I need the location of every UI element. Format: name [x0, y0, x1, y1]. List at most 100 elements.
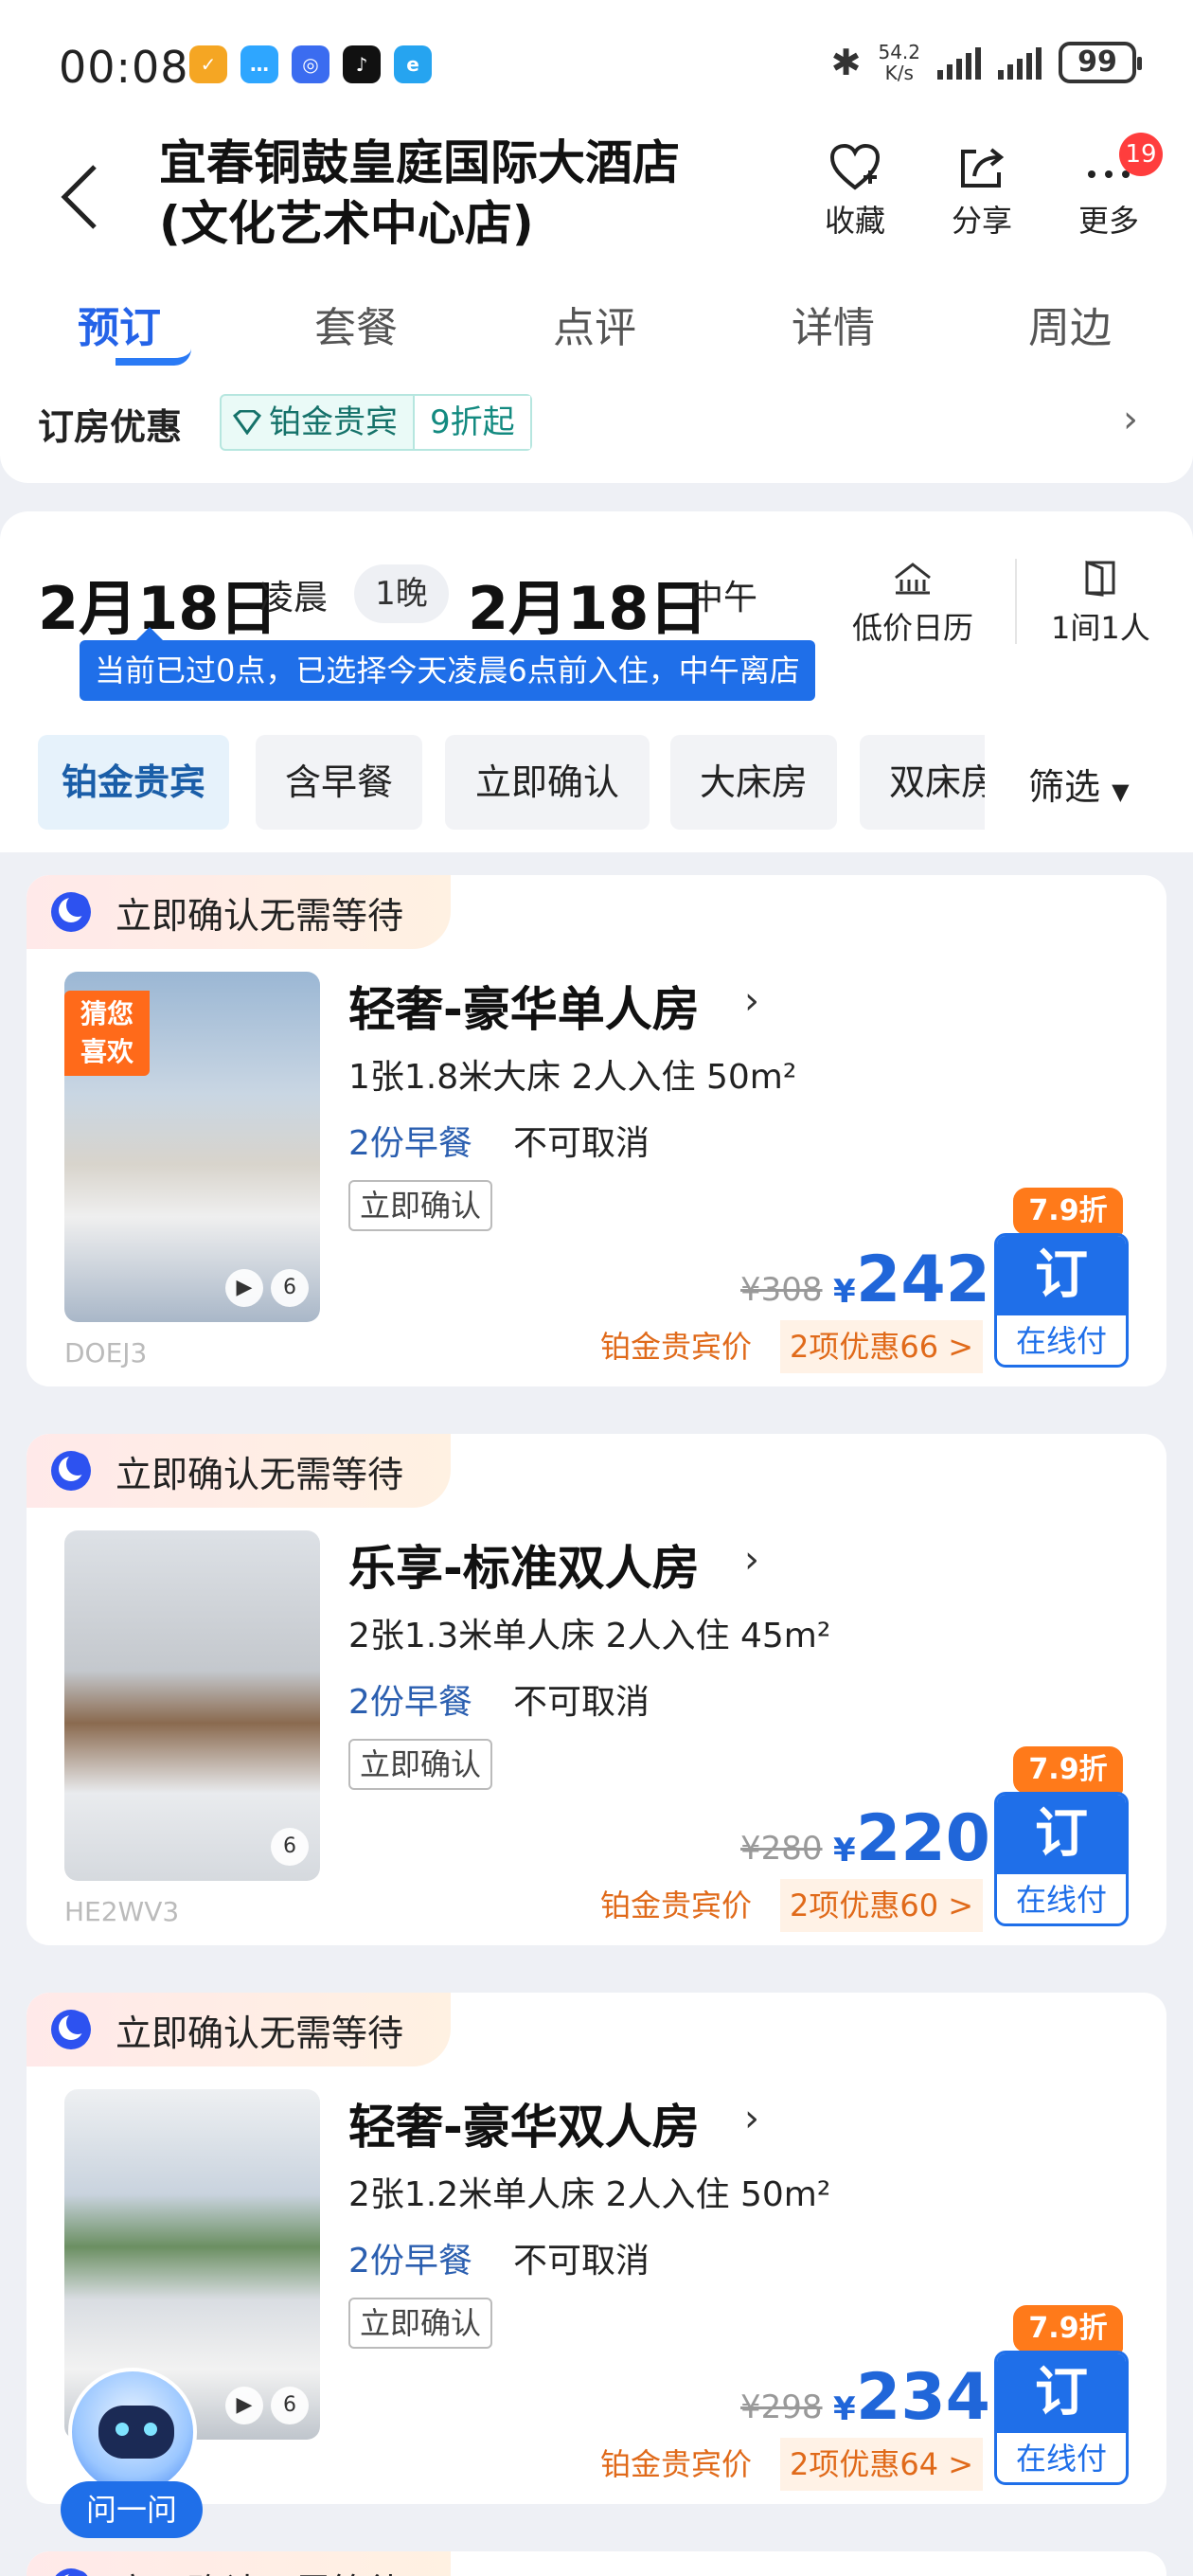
book-button[interactable]: 订 在线付: [994, 2351, 1129, 2485]
low-price-calendar-button[interactable]: 低价日历: [852, 559, 973, 648]
robot-avatar-icon: [68, 2368, 197, 2496]
tab-nearby[interactable]: 周边: [975, 294, 1165, 354]
cancel-policy: 不可取消: [513, 1683, 650, 1722]
discount-badge: 7.9折: [1013, 1188, 1123, 1235]
room-card[interactable]: 立即确认无需等待 猜您喜欢 ▶ 6 DOEJ3 轻奢-豪华单人房 › 1张1.8…: [27, 875, 1166, 1386]
chevron-right-icon: ›: [744, 979, 759, 1023]
play-video-icon[interactable]: ▶: [225, 2387, 263, 2424]
filter-twin-bed[interactable]: 双床房: [860, 735, 985, 830]
offers-link[interactable]: 2项优惠64 >: [778, 2438, 984, 2491]
photo-count: 6: [271, 1269, 309, 1307]
nights-count: 1晚: [354, 564, 449, 623]
filter-king-bed[interactable]: 大床房: [670, 735, 837, 830]
moon-icon: [51, 892, 91, 932]
checkin-time: 凌晨: [259, 579, 329, 617]
caret-down-icon: ▼: [1112, 778, 1130, 805]
filter-breakfast[interactable]: 含早餐: [256, 735, 422, 830]
tab-packages[interactable]: 套餐: [261, 294, 451, 354]
app-notification-icon: e: [394, 45, 432, 83]
calendar-chart-icon: [895, 563, 931, 595]
filter-platinum[interactable]: 铂金贵宾: [38, 735, 229, 830]
booking-discount-row[interactable]: 订房优惠 铂金贵宾 9折起 ›: [0, 388, 1193, 483]
play-video-icon[interactable]: ▶: [225, 1269, 263, 1307]
share-button[interactable]: 分享: [930, 142, 1034, 241]
discount-badge: 7.9折: [1013, 1746, 1123, 1794]
checkout-date[interactable]: 2月18日: [468, 561, 707, 646]
message-notification-icon: …: [240, 45, 278, 83]
signal-icon: [998, 45, 1042, 80]
current-price: 242: [856, 1243, 990, 1317]
room-code: DOEJ3: [64, 1337, 148, 1368]
offers-link[interactable]: 2项优惠66 >: [778, 1320, 984, 1373]
tab-details[interactable]: 详情: [739, 294, 928, 354]
room-name[interactable]: 轻奢-豪华双人房: [348, 2089, 700, 2157]
instant-confirm-banner: 立即确认无需等待: [27, 875, 451, 949]
moon-icon: [51, 2010, 91, 2049]
divider: [1015, 559, 1017, 644]
photo-count: 6: [271, 1828, 309, 1866]
checkin-tip: 当前已过0点，已选择今天凌晨6点前入住，中午离店: [80, 627, 815, 701]
instant-confirm-tag: 立即确认: [348, 2298, 493, 2349]
original-price: ¥280: [740, 1830, 823, 1868]
room-photo[interactable]: 6: [64, 1530, 320, 1881]
network-speed: 54.2 K/s: [878, 41, 920, 84]
favorite-button[interactable]: 收藏: [803, 142, 907, 241]
tab-booking[interactable]: 预订: [25, 294, 214, 354]
guess-you-like-badge: 猜您喜欢: [64, 991, 150, 1076]
rooms-guests-button[interactable]: 1间1人: [1051, 559, 1150, 648]
app-notification-icon: ✓: [189, 45, 227, 83]
breakfast-info: 2份早餐: [348, 1683, 472, 1722]
instant-confirm-banner: 立即确认无需等待: [27, 1993, 451, 2066]
ask-assistant-button[interactable]: 问一问: [61, 2368, 203, 2538]
promo-label: 订房优惠: [38, 406, 183, 448]
bluetooth-icon: ✱: [830, 42, 862, 83]
chevron-right-icon: ›: [744, 2097, 759, 2140]
photo-count: 6: [271, 2387, 309, 2424]
share-icon: [961, 148, 1005, 188]
discount-badge: 7.9折: [1013, 2305, 1123, 2352]
breakfast-info: 2份早餐: [348, 1124, 472, 1163]
app-notification-icon: ◎: [292, 45, 329, 83]
book-button[interactable]: 订 在线付: [994, 1233, 1129, 1368]
back-arrow-icon[interactable]: [57, 159, 102, 235]
cancel-policy: 不可取消: [513, 2242, 650, 2281]
filter-chips: 铂金贵宾 含早餐 立即确认 大床房 双床房: [38, 735, 985, 830]
signal-icon: [937, 45, 981, 80]
status-bar: 00:08 ✓ … ◎ ♪ e ✱ 54.2 K/s 99: [0, 0, 1193, 133]
tiktok-notification-icon: ♪: [343, 45, 381, 83]
door-icon: [1085, 560, 1115, 597]
cancel-policy: 不可取消: [513, 1124, 650, 1163]
promo-tag: 铂金贵宾 9折起: [220, 394, 532, 451]
room-code: HE2WV3: [64, 1896, 180, 1927]
filter-dropdown[interactable]: 筛选 ▼: [1028, 758, 1130, 810]
hotel-title: 宜春铜鼓皇庭国际大酒店 (文化艺术中心店): [159, 135, 680, 251]
moon-icon: [51, 2568, 91, 2576]
chevron-right-icon: ›: [1123, 398, 1138, 441]
instant-confirm-tag: 立即确认: [348, 1739, 493, 1790]
room-card[interactable]: 立即确认无需等待: [27, 2551, 1166, 2576]
bed-info: 2张1.3米单人床 2人入住 45m²: [348, 1617, 831, 1655]
offers-link[interactable]: 2项优惠60 >: [778, 1879, 984, 1932]
room-card[interactable]: 立即确认无需等待 6 HE2WV3 乐享-标准双人房 › 2张1.3米单人床 2…: [27, 1434, 1166, 1945]
tab-reviews[interactable]: 点评: [500, 294, 689, 354]
member-price-label: 铂金贵宾价: [600, 2446, 753, 2482]
original-price: ¥298: [740, 2388, 823, 2426]
book-button[interactable]: 订 在线付: [994, 1792, 1129, 1926]
instant-confirm-banner: 立即确认无需等待: [27, 1434, 451, 1508]
room-name[interactable]: 轻奢-豪华单人房: [348, 972, 700, 1040]
diamond-icon: [233, 410, 261, 435]
room-photo[interactable]: 猜您喜欢 ▶ 6: [64, 972, 320, 1322]
instant-confirm-tag: 立即确认: [348, 1180, 493, 1231]
filter-instant-confirm[interactable]: 立即确认: [445, 735, 650, 830]
currency-symbol: ¥: [833, 2390, 856, 2428]
room-name[interactable]: 乐享-标准双人房: [348, 1530, 700, 1599]
active-tab-indicator: [116, 349, 191, 366]
member-price-label: 铂金贵宾价: [600, 1887, 753, 1923]
status-time: 00:08: [59, 42, 189, 93]
checkout-time: 中午: [689, 579, 758, 617]
breakfast-info: 2份早餐: [348, 2242, 472, 2281]
instant-confirm-banner: 立即确认无需等待: [27, 2551, 451, 2576]
notification-badge: 19: [1119, 133, 1163, 176]
date-selector-card: 2月18日 凌晨 1晚 2月18日 中午 低价日历 1间1人 当前已过0点，已选…: [0, 511, 1193, 852]
heart-icon: [829, 143, 881, 190]
